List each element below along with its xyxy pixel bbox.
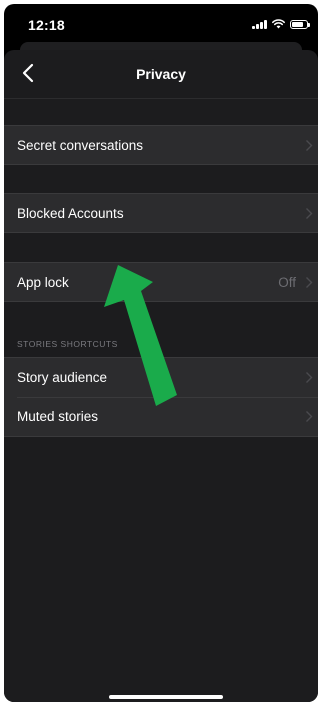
row-label: Secret conversations [17,138,144,153]
muted-stories-row[interactable]: Muted stories [4,397,318,437]
settings-list: Secret conversations Blocked Accounts Ap… [4,98,318,437]
chevron-right-icon [306,140,313,151]
row-label: App lock [17,275,69,290]
chevron-right-icon [306,208,313,219]
home-indicator[interactable] [109,695,223,699]
privacy-sheet: Privacy Secret conversations Blocked Acc… [4,50,318,702]
status-time: 12:18 [28,17,65,33]
page-title: Privacy [136,66,186,82]
signal-icon [252,19,267,29]
app-lock-status: Off [278,275,296,290]
row-label: Muted stories [17,409,99,424]
chevron-right-icon [306,277,313,288]
section-label: STORIES SHORTCUTS [17,339,118,349]
stories-group: Story audience Muted stories [4,357,318,437]
nav-bar: Privacy [4,50,318,99]
secret-conversations-row[interactable]: Secret conversations [4,125,318,165]
battery-icon [290,19,310,29]
blocked-accounts-row[interactable]: Blocked Accounts [4,193,318,233]
row-label: Blocked Accounts [17,206,124,221]
chevron-right-icon [306,411,313,422]
chevron-right-icon [306,372,313,383]
row-label: Story audience [17,370,108,385]
wifi-icon [272,19,285,29]
status-icons [252,18,310,30]
story-audience-row[interactable]: Story audience [4,357,318,397]
status-bar: 12:18 [4,4,318,46]
row-separator [17,397,318,398]
app-lock-row[interactable]: App lock Off [4,262,318,302]
stories-section-header: STORIES SHORTCUTS [4,302,318,357]
phone-screen: 12:18 Privacy Secret conversations Block… [4,4,318,702]
